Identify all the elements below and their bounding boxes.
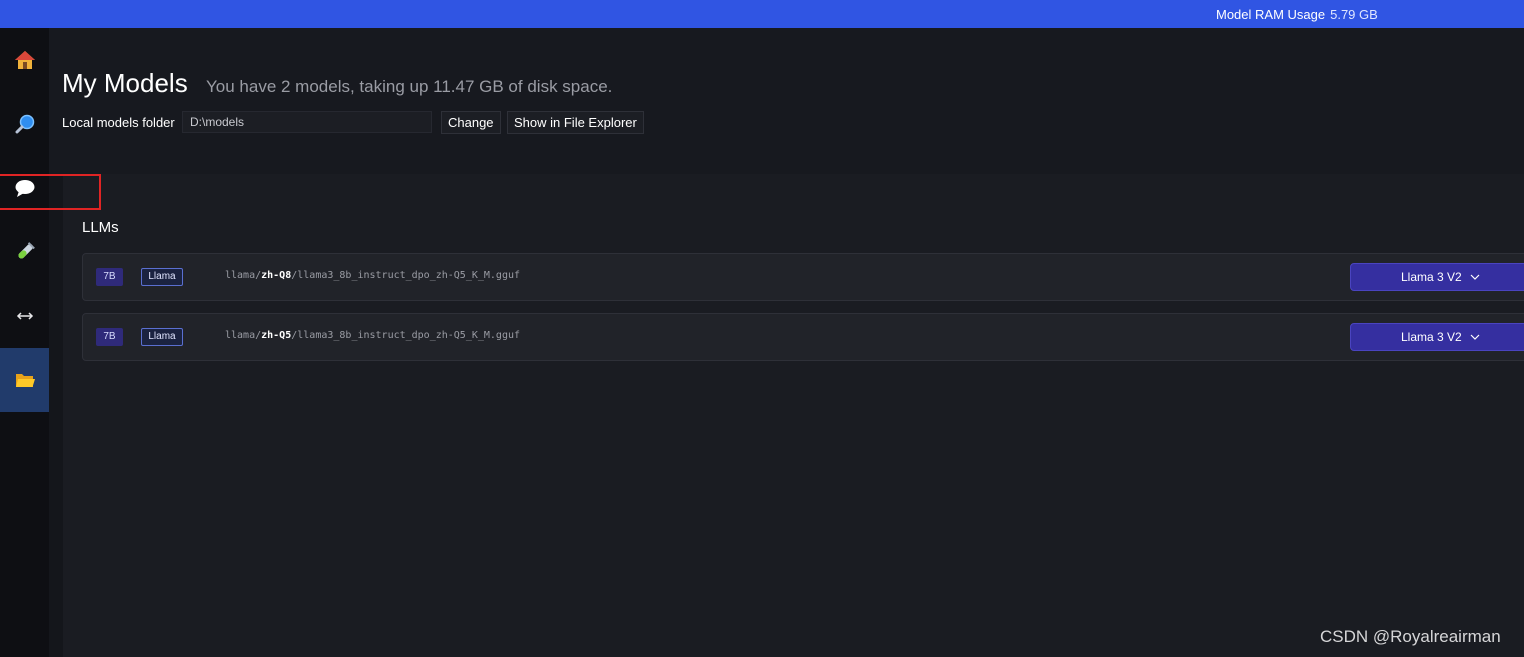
model-ram-usage: Model RAM Usage 5.79 GB bbox=[1216, 7, 1378, 22]
page-title: My Models bbox=[62, 68, 188, 98]
model-file-path: llama/zh-Q5/llama3_8b_instruct_dpo_zh-Q5… bbox=[225, 330, 520, 341]
sidebar-item-server[interactable] bbox=[0, 284, 49, 348]
model-path-folder: zh-Q8 bbox=[261, 270, 292, 281]
search-icon bbox=[15, 114, 34, 134]
home-icon bbox=[14, 51, 35, 69]
model-row[interactable]: 7B Llama llama/zh-Q5/llama3_8b_instruct_… bbox=[82, 313, 1524, 361]
test-tube-icon bbox=[17, 242, 35, 259]
page-header bbox=[49, 28, 1524, 174]
folder-icon bbox=[15, 374, 35, 387]
model-file-path: llama/zh-Q8/llama3_8b_instruct_dpo_zh-Q5… bbox=[225, 270, 520, 281]
chevron-down-icon bbox=[1470, 274, 1480, 281]
model-path-prefix: llama/ bbox=[225, 330, 262, 341]
model-size-badge: 7B bbox=[96, 328, 123, 346]
model-path-file: /llama3_8b_instruct_dpo_zh-Q5_K_M.gguf bbox=[291, 270, 521, 281]
model-size-badge: 7B bbox=[96, 268, 123, 286]
model-row[interactable]: 7B Llama llama/zh-Q8/llama3_8b_instruct_… bbox=[82, 253, 1524, 301]
models-folder-label: Local models folder bbox=[62, 115, 175, 130]
model-arch-badge: Llama bbox=[141, 268, 183, 286]
model-arch-badge: Llama bbox=[141, 328, 183, 346]
models-list-panel bbox=[63, 174, 1524, 657]
models-folder-field[interactable] bbox=[182, 111, 432, 133]
top-bar: Model RAM Usage 5.79 GB bbox=[0, 0, 1524, 28]
model-path-file: /llama3_8b_instruct_dpo_zh-Q5_K_M.gguf bbox=[291, 330, 521, 341]
sidebar-item-home[interactable] bbox=[0, 28, 49, 92]
arrows-icon bbox=[16, 312, 33, 320]
sidebar bbox=[0, 28, 49, 657]
section-title-llms: LLMs bbox=[82, 219, 119, 236]
change-folder-button[interactable]: Change bbox=[441, 111, 501, 134]
preset-dropdown[interactable]: Llama 3 V2 bbox=[1350, 263, 1524, 291]
preset-label: Llama 3 V2 bbox=[1401, 270, 1462, 284]
model-path-folder: zh-Q5 bbox=[261, 330, 292, 341]
ram-usage-label: Model RAM Usage bbox=[1216, 7, 1326, 22]
annotation-highlight-box bbox=[0, 174, 101, 210]
sidebar-item-search[interactable] bbox=[0, 92, 49, 156]
preset-dropdown[interactable]: Llama 3 V2 bbox=[1350, 323, 1524, 351]
sidebar-item-my-models[interactable] bbox=[0, 348, 49, 412]
watermark: CSDN @Royalreairman bbox=[1320, 627, 1501, 646]
model-path-prefix: llama/ bbox=[225, 270, 262, 281]
ram-usage-value: 5.79 GB bbox=[1330, 7, 1378, 22]
disk-usage-summary: You have 2 models, taking up 11.47 GB of… bbox=[206, 77, 613, 96]
show-in-explorer-button[interactable]: Show in File Explorer bbox=[507, 111, 644, 134]
sidebar-item-playground[interactable] bbox=[0, 220, 49, 284]
preset-label: Llama 3 V2 bbox=[1401, 330, 1462, 344]
chevron-down-icon bbox=[1470, 334, 1480, 341]
